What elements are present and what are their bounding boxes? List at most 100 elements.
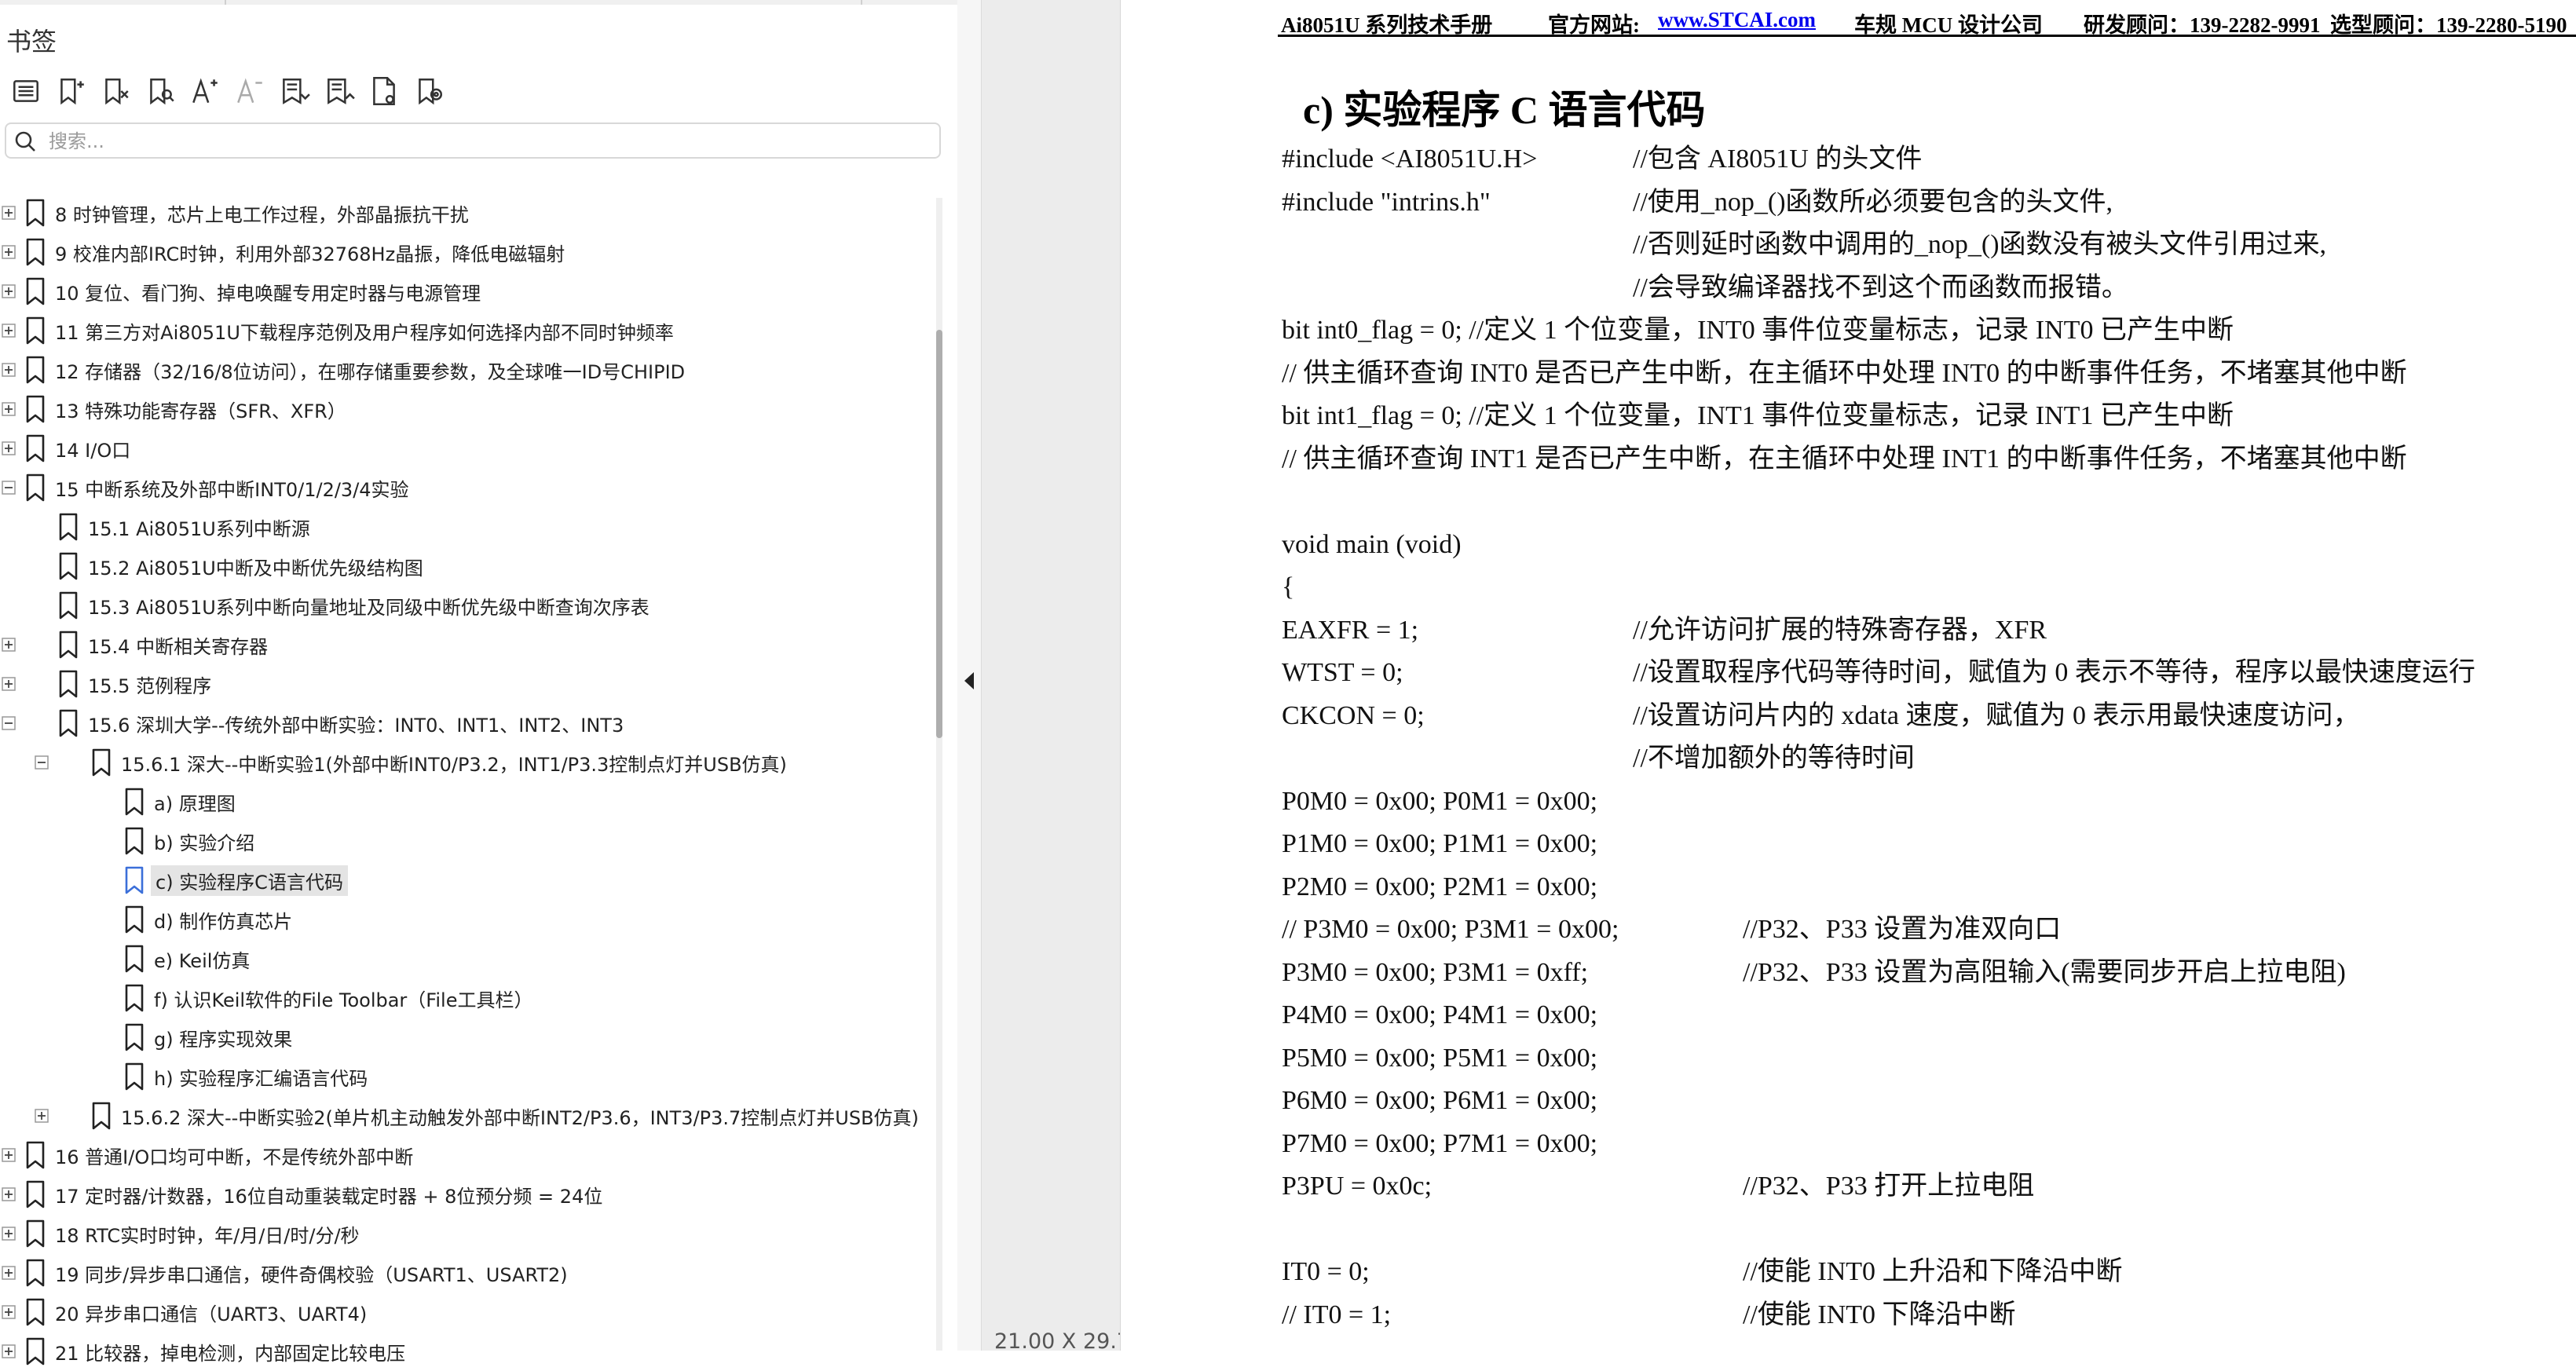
bookmark-item[interactable]: b) 实验介绍 (123, 821, 254, 861)
add-bookmark-icon[interactable] (48, 69, 93, 113)
expand-toggle-icon[interactable] (2, 441, 16, 455)
bookmark-settings-icon[interactable] (406, 69, 451, 113)
expand-toggle-icon[interactable] (2, 402, 16, 416)
bookmark-label: 10 复位、看门狗、掉电唤醒专用定时器与电源管理 (55, 282, 481, 305)
expand-toggle-icon[interactable] (2, 1148, 16, 1162)
bookmark-item[interactable]: 10 复位、看门狗、掉电唤醒专用定时器与电源管理 (2, 272, 481, 311)
code-line: P7M0 = 0x00; P7M1 = 0x00; (1282, 1128, 1598, 1158)
bookmark-item[interactable]: 9 校准内部IRC时钟，利用外部32768Hz晶振，降低电磁辐射 (2, 232, 565, 272)
code-line: #include "intrins.h" (1282, 187, 1491, 217)
collapse-panel-icon[interactable] (960, 669, 980, 693)
bookmark-label: 14 I/O口 (55, 439, 131, 462)
bookmark-icon (59, 709, 78, 737)
expand-toggle-icon[interactable] (2, 1266, 16, 1280)
bookmark-icon (59, 513, 78, 541)
collapse-all-icon[interactable] (317, 69, 361, 113)
code-comment: //P32、P33 打开上拉电阻 (1743, 1172, 2035, 1201)
bookmark-icon (125, 905, 144, 934)
expand-toggle-icon[interactable] (2, 324, 16, 338)
bookmark-item[interactable]: c) 实验程序C语言代码 (123, 861, 348, 900)
collapse-toggle-icon[interactable] (2, 716, 16, 730)
bookmark-item[interactable]: g) 程序实现效果 (123, 1018, 292, 1057)
bookmark-search-box (5, 122, 941, 159)
bookmark-item[interactable]: 15 中断系统及外部中断INT0/1/2/3/4实验 (2, 468, 409, 507)
bookmark-item[interactable]: 21 比较器，掉电检测，内部固定比较电压 (2, 1332, 405, 1371)
expand-toggle-icon[interactable] (2, 245, 16, 259)
bookmark-label: f) 认识Keil软件的File Toolbar（File工具栏） (154, 989, 533, 1011)
expand-toggle-icon[interactable] (2, 206, 16, 220)
bookmark-item[interactable]: e) Keil仿真 (123, 939, 250, 978)
search-icon (15, 131, 35, 152)
code-line: void main (void) (1282, 529, 1462, 559)
bookmark-icon (26, 1259, 45, 1287)
code-line: // P3M0 = 0x00; P3M1 = 0x00; (1282, 915, 1619, 944)
bookmark-icon (92, 1102, 111, 1130)
expand-toggle-icon[interactable] (2, 363, 16, 377)
decrease-font-icon[interactable] (227, 69, 272, 113)
code-comment: //使能 INT0 下降沿中断 (1743, 1300, 2016, 1329)
expand-toggle-icon[interactable] (35, 1109, 49, 1123)
expand-all-icon[interactable] (272, 69, 317, 113)
bookmark-item[interactable]: d) 制作仿真芯片 (123, 900, 292, 939)
bookmark-icon (59, 631, 78, 659)
find-bookmark-icon[interactable] (137, 69, 182, 113)
bookmark-icon (26, 238, 45, 266)
bookmark-item[interactable]: 15.6.2 深大--中断实验2(单片机主动触发外部中断INT2/P3.6，IN… (35, 1096, 919, 1135)
bookmark-item[interactable]: 15.4 中断相关寄存器 (2, 625, 268, 664)
code-line: P5M0 = 0x00; P5M1 = 0x00; (1282, 1043, 1598, 1073)
bookmark-icon (125, 984, 144, 1012)
expand-toggle-icon[interactable] (2, 284, 16, 298)
bookmark-item[interactable]: 18 RTC实时时钟，年/月/日/时/分/秒 (2, 1214, 360, 1253)
code-line: P3M0 = 0x00; P3M1 = 0xff; (1282, 957, 1589, 987)
collapse-toggle-icon[interactable] (35, 755, 49, 770)
bookmark-item[interactable]: 14 I/O口 (2, 429, 131, 468)
bookmark-item[interactable]: 15.5 范例程序 (2, 664, 211, 704)
delete-bookmark-icon[interactable] (93, 69, 137, 113)
bookmark-item[interactable]: 20 异步串口通信（UART3、UART4) (2, 1292, 368, 1332)
search-input[interactable] (47, 127, 914, 155)
list-icon[interactable] (3, 69, 48, 113)
bookmark-item[interactable]: a) 原理图 (123, 782, 236, 821)
bookmark-item[interactable]: h) 实验程序汇编语言代码 (123, 1057, 368, 1096)
bookmark-item[interactable]: 15.3 Ai8051U系列中断向量地址及同级中断优先级中断查询次序表 (57, 586, 649, 625)
bookmark-item[interactable]: 15.6.1 深大--中断实验1(外部中断INT0/P3.2，INT1/P3.3… (35, 743, 787, 782)
bookmark-icon (26, 1141, 45, 1169)
expand-toggle-icon[interactable] (2, 638, 16, 652)
bookmark-icon (26, 1298, 45, 1326)
bookmark-icon (59, 670, 78, 698)
header-website-link[interactable]: www.STCAI.com (1658, 8, 1816, 32)
collapse-toggle-icon[interactable] (2, 481, 16, 495)
bookmark-item[interactable]: 17 定时器/计数器，16位自动重装载定时器 + 8位预分频 = 24位 (2, 1175, 602, 1214)
code-comment: //包含 AI8051U 的头文件 (1633, 144, 1923, 174)
bookmark-label: 20 异步串口通信（UART3、UART4) (55, 1303, 368, 1325)
expand-toggle-icon[interactable] (2, 1187, 16, 1201)
bookmark-item[interactable]: 8 时钟管理，芯片上电工作过程，外部晶振抗干扰 (2, 193, 469, 232)
expand-toggle-icon[interactable] (2, 1227, 16, 1241)
bookmark-label: 13 特殊功能寄存器（SFR、XFR） (55, 400, 346, 422)
expand-toggle-icon[interactable] (2, 1344, 16, 1358)
bookmark-item[interactable]: 13 特殊功能寄存器（SFR、XFR） (2, 389, 346, 429)
bookmark-item[interactable]: f) 认识Keil软件的File Toolbar（File工具栏） (123, 978, 532, 1018)
code-line: bit int0_flag = 0; //定义 1 个位变量，INT0 事件位变… (1282, 316, 2234, 345)
bookmark-item[interactable]: 11 第三方对Ai8051U下载程序范例及用户程序如何选择内部不同时钟频率 (2, 311, 674, 350)
bookmark-item[interactable]: 19 同步/异步串口通信，硬件奇偶校验（USART1、USART2) (2, 1253, 568, 1292)
expand-toggle-icon[interactable] (2, 677, 16, 691)
bookmark-properties-icon[interactable] (361, 69, 406, 113)
bookmark-icon (26, 1219, 45, 1248)
bookmark-item[interactable]: 15.1 Ai8051U系列中断源 (57, 507, 310, 547)
bookmark-item[interactable]: 15.2 Ai8051U中断及中断优先级结构图 (57, 547, 423, 586)
bookmark-item[interactable]: 15.6 深圳大学--传统外部中断实验：INT0、INT1、INT2、INT3 (2, 704, 624, 743)
bookmark-label: 16 普通I/O口均可中断，不是传统外部中断 (55, 1146, 414, 1168)
bookmark-icon (26, 316, 45, 345)
tab-strip (0, 0, 958, 5)
bookmark-item[interactable]: 16 普通I/O口均可中断，不是传统外部中断 (2, 1135, 414, 1175)
bookmark-label: 9 校准内部IRC时钟，利用外部32768Hz晶振，降低电磁辐射 (55, 243, 565, 265)
increase-font-icon[interactable] (182, 69, 227, 113)
bookmark-scrollbar-thumb[interactable] (936, 330, 942, 738)
code-comment: //否则延时函数中调用的_nop_()函数没有被头文件引用过来, (1633, 230, 2327, 259)
bookmark-item[interactable]: 12 存储器（32/16/8位访问），在哪存储重要参数，及全球唯一ID号CHIP… (2, 350, 685, 389)
code-line: IT0 = 0; (1282, 1257, 1370, 1286)
code-line: P3PU = 0x0c; (1282, 1172, 1433, 1201)
bookmark-icon (125, 788, 144, 816)
expand-toggle-icon[interactable] (2, 1305, 16, 1319)
